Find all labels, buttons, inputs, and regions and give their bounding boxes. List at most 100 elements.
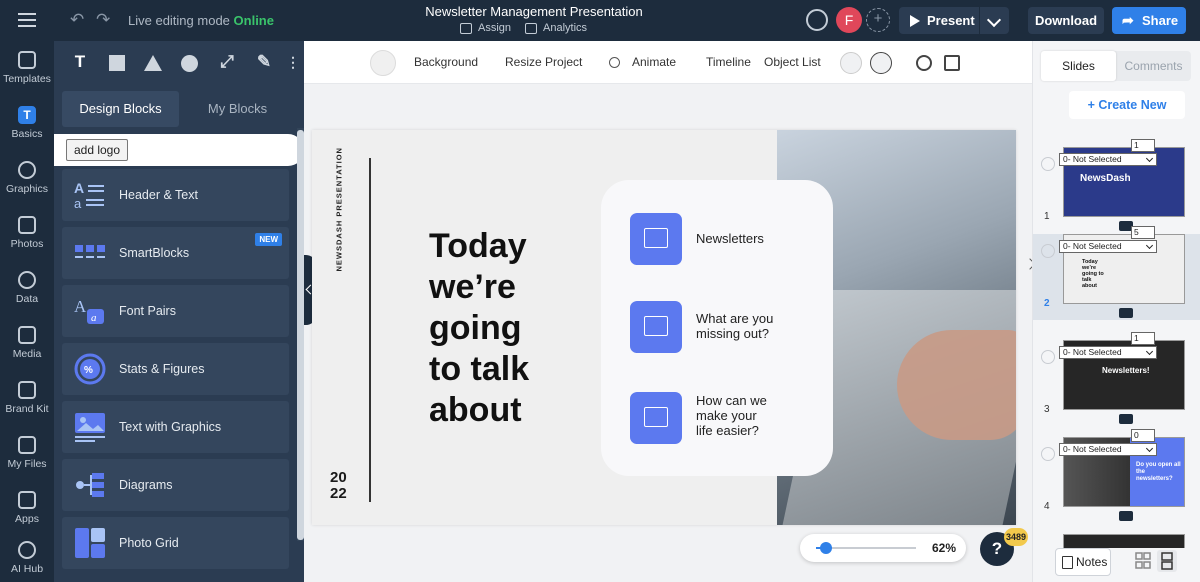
- slide-count-field[interactable]: 5: [1131, 226, 1155, 239]
- tab-comments[interactable]: Comments: [1116, 51, 1191, 81]
- chat-icon[interactable]: [806, 9, 828, 31]
- cloud-sync-icon: [630, 392, 682, 444]
- rail-item-templates[interactable]: Templates: [0, 51, 54, 85]
- slide-thumbnail[interactable]: [1063, 534, 1185, 548]
- block-font-pairs[interactable]: Aa Font Pairs: [62, 285, 289, 337]
- block-text-with-graphics[interactable]: Text with Graphics: [62, 401, 289, 453]
- slide-canvas[interactable]: NEWSDASH PRESENTATION 20 22 Today we’re g…: [312, 130, 1016, 525]
- animate-button[interactable]: Animate: [632, 55, 676, 69]
- alarm-clock-icon[interactable]: [870, 52, 892, 74]
- text-tool-icon[interactable]: T: [71, 53, 89, 71]
- object-list-button[interactable]: Object List: [764, 55, 821, 69]
- more-tools-icon[interactable]: ⋮: [284, 53, 302, 71]
- line-arrow-tool-icon[interactable]: ⤢: [218, 53, 236, 71]
- tab-my-blocks[interactable]: My Blocks: [179, 91, 296, 127]
- slide-assign-select[interactable]: 0- Not Selected: [1059, 153, 1157, 166]
- download-button[interactable]: Download: [1028, 7, 1104, 34]
- notes-button[interactable]: Notes: [1055, 548, 1111, 576]
- text-t-icon: T: [18, 106, 36, 124]
- zoom-level[interactable]: 62%: [932, 541, 956, 555]
- tab-slides[interactable]: Slides: [1041, 51, 1116, 81]
- folder-icon: [18, 436, 36, 454]
- rail-item-brand-kit[interactable]: Brand Kit: [0, 381, 54, 415]
- circle-tool-icon[interactable]: [181, 55, 198, 72]
- resize-project-button[interactable]: Resize Project: [505, 55, 582, 69]
- block-header-text[interactable]: Aa Header & Text: [62, 169, 289, 221]
- feature-card[interactable]: Newsletters What are you missing out? How…: [601, 180, 833, 476]
- block-stats-figures[interactable]: % Stats & Figures: [62, 343, 289, 395]
- rail-item-apps[interactable]: Apps: [0, 491, 54, 525]
- list-view-icon[interactable]: [1157, 550, 1177, 572]
- slide-count-field[interactable]: 0: [1131, 429, 1155, 442]
- block-label: Text with Graphics: [119, 420, 222, 434]
- feature-life-easier: How can we make your life easier?: [630, 392, 820, 446]
- create-new-slide-button[interactable]: + Create New: [1069, 91, 1185, 119]
- background-color-swatch[interactable]: [370, 50, 396, 76]
- document-title[interactable]: Newsletter Management Presentation: [380, 4, 688, 19]
- user-avatar[interactable]: F: [836, 7, 862, 33]
- slide-assign-select[interactable]: 0- Not Selected: [1059, 346, 1157, 359]
- zoom-slider-handle[interactable]: [820, 542, 832, 554]
- add-collaborator-button[interactable]: +: [866, 8, 890, 32]
- block-label: Stats & Figures: [119, 362, 205, 376]
- assign-button[interactable]: Assign: [460, 22, 511, 34]
- slide-assign-select[interactable]: 0- Not Selected: [1059, 240, 1157, 253]
- blocks-scrollbar-thumb[interactable]: [297, 130, 304, 540]
- block-photo-grid[interactable]: Photo Grid: [62, 517, 289, 569]
- present-options-chevron-down-icon[interactable]: [980, 7, 1009, 34]
- grid-view-icon[interactable]: [1133, 550, 1153, 572]
- slide-thumbnail-row[interactable]: Do you open all the newsletters? 0- Not …: [1033, 429, 1200, 523]
- add-logo-button[interactable]: add logo: [66, 139, 128, 161]
- slide-link-icon[interactable]: [1119, 308, 1133, 318]
- rail-item-graphics[interactable]: Graphics: [0, 161, 54, 195]
- rectangle-tool-icon[interactable]: [109, 55, 125, 71]
- background-button[interactable]: Background: [414, 55, 478, 69]
- brand-kit-icon: [18, 381, 36, 399]
- rail-item-basics[interactable]: T Basics: [0, 106, 54, 140]
- music-note-icon[interactable]: [840, 52, 862, 74]
- present-button[interactable]: Present: [899, 7, 979, 34]
- rail-item-ai-hub[interactable]: AI Hub: [0, 541, 54, 575]
- data-pie-icon: [18, 271, 36, 289]
- slide-count-field[interactable]: 1: [1131, 332, 1155, 345]
- gear-icon[interactable]: [916, 55, 932, 71]
- animate-icon: [609, 57, 620, 68]
- slide-thumbnail-row-selected[interactable]: Today we’re going to talk about 0- Not S…: [1033, 226, 1200, 320]
- rail-item-photos[interactable]: Photos: [0, 216, 54, 250]
- ai-sparkle-icon: [18, 541, 36, 559]
- pen-tool-icon[interactable]: ✎: [255, 53, 273, 71]
- block-diagrams[interactable]: Diagrams: [62, 459, 289, 511]
- slide-number: 2: [1044, 298, 1050, 309]
- rail-item-media[interactable]: Media: [0, 326, 54, 360]
- undo-icon[interactable]: ↶: [70, 10, 84, 30]
- svg-text:%: %: [84, 365, 93, 376]
- zoom-control: 62%: [800, 534, 966, 562]
- slide-options-icon[interactable]: [1041, 244, 1055, 258]
- rail-item-data[interactable]: Data: [0, 271, 54, 305]
- slide-count-field[interactable]: 1: [1131, 139, 1155, 152]
- redo-icon[interactable]: ↷: [96, 10, 110, 30]
- slide-headline[interactable]: Today we’re going to talk about: [429, 226, 529, 431]
- slide-link-icon[interactable]: [1119, 511, 1133, 521]
- block-smartblocks[interactable]: SmartBlocks NEW: [62, 227, 289, 279]
- slide-options-icon[interactable]: [1041, 157, 1055, 171]
- hamburger-menu-icon[interactable]: [18, 13, 36, 27]
- photo-grid-icon: [75, 528, 105, 558]
- slide-thumbnail-row[interactable]: NewsDash 0- Not Selected 1 1: [1033, 139, 1200, 233]
- slide-options-icon[interactable]: [1041, 350, 1055, 364]
- slide-thumbnail-row-partial[interactable]: [1033, 534, 1200, 548]
- timeline-button[interactable]: Timeline: [706, 55, 751, 69]
- analytics-button[interactable]: Analytics: [525, 22, 587, 34]
- slide-options-icon[interactable]: [1041, 447, 1055, 461]
- share-button[interactable]: Share: [1112, 7, 1186, 34]
- left-rail: Templates T Basics Graphics Photos Data M…: [0, 41, 54, 582]
- rail-item-my-files[interactable]: My Files: [0, 436, 54, 470]
- tab-design-blocks[interactable]: Design Blocks: [62, 91, 179, 127]
- slide-link-icon[interactable]: [1119, 414, 1133, 424]
- slide-number: 1: [1044, 211, 1050, 222]
- slide-thumbnail-row[interactable]: Newsletters! 0- Not Selected 1 3: [1033, 332, 1200, 426]
- slide-assign-select[interactable]: 0- Not Selected: [1059, 443, 1157, 456]
- triangle-tool-icon[interactable]: [144, 55, 162, 71]
- font-pairs-icon: Aa: [74, 297, 104, 324]
- screen-capture-icon[interactable]: [944, 55, 960, 71]
